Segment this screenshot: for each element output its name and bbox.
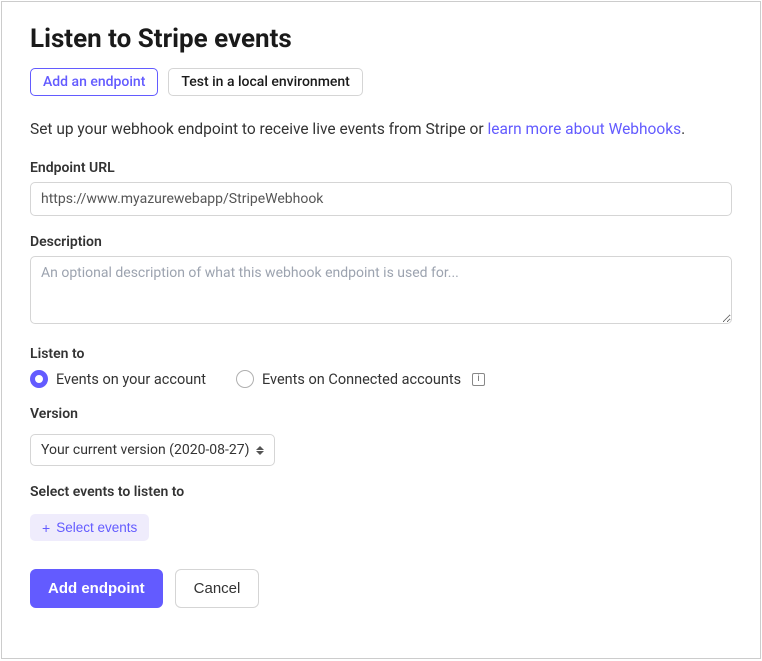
endpoint-url-input[interactable]: [30, 182, 732, 216]
endpoint-url-field: Endpoint URL: [30, 160, 732, 216]
cancel-button[interactable]: Cancel: [175, 569, 260, 608]
action-row: Add endpoint Cancel: [30, 569, 732, 608]
radio-selected-icon: [30, 370, 48, 388]
select-events-field: Select events to listen to + Select even…: [30, 484, 732, 541]
description-label: Description: [30, 234, 732, 250]
listen-to-field: Listen to Events on your account Events …: [30, 346, 732, 388]
listen-to-options: Events on your account Events on Connect…: [30, 370, 732, 388]
intro-prefix: Set up your webhook endpoint to receive …: [30, 120, 487, 138]
version-select[interactable]: Your current version (2020-08-27): [30, 434, 275, 466]
plus-icon: +: [42, 521, 50, 535]
version-selected-text: Your current version (2020-08-27): [41, 442, 250, 458]
webhook-setup-panel: Listen to Stripe events Add an endpoint …: [1, 1, 761, 659]
radio-connected-label: Events on Connected accounts: [262, 371, 461, 388]
version-label: Version: [30, 406, 732, 422]
tab-test-local[interactable]: Test in a local environment: [168, 68, 362, 96]
endpoint-url-label: Endpoint URL: [30, 160, 732, 176]
select-events-button[interactable]: + Select events: [30, 514, 149, 541]
info-icon[interactable]: i: [472, 373, 485, 386]
tab-add-endpoint[interactable]: Add an endpoint: [30, 68, 158, 96]
page-title: Listen to Stripe events: [30, 24, 732, 54]
radio-events-on-account[interactable]: Events on your account: [30, 370, 206, 388]
intro-text: Set up your webhook endpoint to receive …: [30, 118, 732, 140]
sort-icon: [256, 446, 264, 455]
select-events-button-label: Select events: [56, 520, 137, 535]
description-input[interactable]: [30, 256, 732, 324]
description-field: Description: [30, 234, 732, 328]
listen-to-label: Listen to: [30, 346, 732, 362]
add-endpoint-button[interactable]: Add endpoint: [30, 569, 163, 608]
version-field: Version Your current version (2020-08-27…: [30, 406, 732, 466]
intro-suffix: .: [681, 120, 685, 138]
mode-tabs: Add an endpoint Test in a local environm…: [30, 68, 732, 96]
radio-unselected-icon: [236, 370, 254, 388]
radio-events-on-connected[interactable]: Events on Connected accounts i: [236, 370, 485, 388]
learn-more-link[interactable]: learn more about Webhooks: [487, 120, 681, 138]
radio-account-label: Events on your account: [56, 371, 206, 388]
select-events-label: Select events to listen to: [30, 484, 732, 500]
